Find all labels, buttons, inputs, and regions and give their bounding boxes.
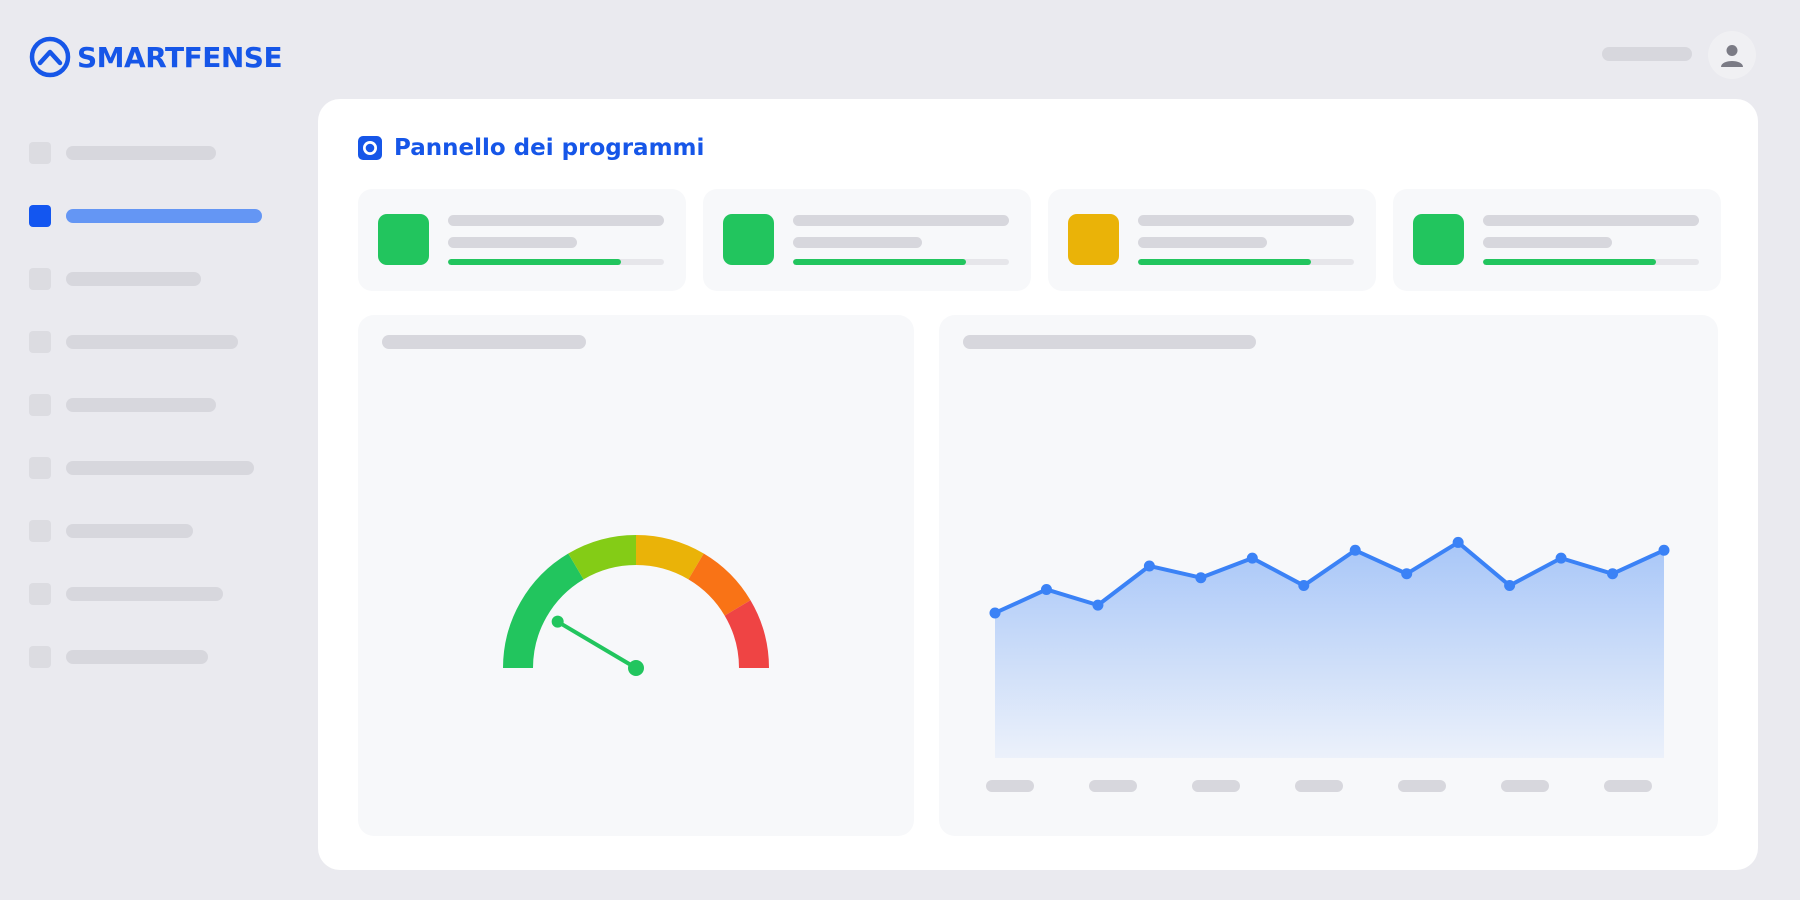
data-point[interactable]	[1298, 580, 1310, 592]
stat-card-4[interactable]	[1393, 189, 1721, 291]
sidebar-item-7[interactable]	[29, 520, 269, 542]
target-square-icon	[358, 136, 382, 160]
stat-progress-fill	[1138, 259, 1311, 265]
stat-card-3[interactable]	[1048, 189, 1376, 291]
sidebar-item-icon	[29, 457, 51, 479]
status-square-icon	[723, 214, 774, 265]
trend-area-chart	[989, 536, 1670, 758]
trend-chart-panel	[939, 315, 1718, 836]
x-tick-label-placeholder	[1501, 780, 1549, 792]
data-point[interactable]	[1349, 544, 1361, 556]
stat-progress-bar	[1138, 259, 1354, 265]
gauge-panel	[358, 315, 914, 836]
header-placeholder-text	[1602, 47, 1692, 61]
sidebar-item-label-placeholder	[66, 587, 223, 601]
sidebar-item-icon	[29, 331, 51, 353]
status-square-icon	[378, 214, 429, 265]
sidebar-item-9[interactable]	[29, 646, 269, 668]
gauge-segment-4	[688, 553, 751, 616]
gauge-segment-5	[724, 600, 769, 669]
sidebar-item-label-placeholder	[66, 461, 254, 475]
stat-title-placeholder	[793, 215, 1009, 226]
brand-name: SMARTFENSE	[77, 40, 283, 74]
sidebar-item-icon	[29, 394, 51, 416]
x-tick-label-placeholder	[1295, 780, 1343, 792]
stat-subtitle-placeholder	[1138, 237, 1267, 248]
sidebar-item-label-placeholder	[66, 272, 201, 286]
stat-subtitle-placeholder	[448, 237, 577, 248]
stat-progress-bar	[1483, 259, 1699, 265]
gauge-segment-3	[635, 535, 704, 580]
x-tick-label-placeholder	[986, 780, 1034, 792]
sidebar-item-icon	[29, 646, 51, 668]
sidebar-item-5[interactable]	[29, 394, 269, 416]
stat-progress-fill	[448, 259, 621, 265]
sidebar-item-4[interactable]	[29, 331, 269, 353]
data-point[interactable]	[1092, 599, 1104, 611]
sidebar-item-1[interactable]	[29, 142, 269, 164]
stat-title-placeholder	[1483, 215, 1699, 226]
status-square-icon	[1068, 214, 1119, 265]
data-point[interactable]	[1195, 572, 1207, 584]
data-point[interactable]	[1658, 544, 1670, 556]
sidebar-item-icon	[29, 583, 51, 605]
gauge-needle	[555, 619, 638, 670]
stat-progress-fill	[793, 259, 966, 265]
x-tick-label-placeholder	[1398, 780, 1446, 792]
sidebar-item-3[interactable]	[29, 268, 269, 290]
data-point[interactable]	[1246, 552, 1258, 564]
data-point[interactable]	[1555, 552, 1567, 564]
gauge-needle-tip	[551, 615, 564, 628]
sidebar-item-label-placeholder	[66, 650, 208, 664]
data-point[interactable]	[1504, 580, 1516, 592]
gauge-segment-1	[503, 553, 584, 669]
sidebar-item-icon	[29, 142, 51, 164]
sidebar-item-icon	[29, 205, 51, 227]
page-title: Pannello dei programmi	[394, 135, 705, 161]
sidebar-item-icon	[29, 268, 51, 290]
stat-title-placeholder	[1138, 215, 1354, 226]
stat-card-1[interactable]	[358, 189, 686, 291]
sidebar-item-label-placeholder	[66, 524, 193, 538]
page-header: Pannello dei programmi	[358, 135, 704, 161]
sidebar-item-2-active[interactable]	[29, 205, 269, 227]
sidebar-item-label-placeholder	[66, 398, 216, 412]
data-point[interactable]	[1040, 583, 1052, 595]
stat-title-placeholder	[448, 215, 664, 226]
programs-dashboard-card: Pannello dei programmi	[318, 99, 1758, 870]
stat-subtitle-placeholder	[793, 237, 922, 248]
sidebar-item-6[interactable]	[29, 457, 269, 479]
area-fill	[995, 542, 1664, 758]
x-tick-label-placeholder	[1089, 780, 1137, 792]
user-icon	[1721, 45, 1743, 67]
data-point[interactable]	[989, 607, 1001, 619]
sidebar-item-label-placeholder	[66, 209, 262, 223]
gauge-segment-2	[568, 535, 637, 580]
stat-progress-fill	[1483, 259, 1656, 265]
risk-gauge	[503, 535, 769, 676]
x-tick-label-placeholder	[1192, 780, 1240, 792]
status-square-icon	[1413, 214, 1464, 265]
data-point[interactable]	[1607, 568, 1619, 580]
x-tick-label-placeholder	[1604, 780, 1652, 792]
stat-progress-bar	[793, 259, 1009, 265]
data-point[interactable]	[1401, 568, 1413, 580]
shield-chevron-icon	[29, 36, 71, 78]
stat-card-2[interactable]	[703, 189, 1031, 291]
data-point[interactable]	[1452, 536, 1464, 548]
sidebar-item-8[interactable]	[29, 583, 269, 605]
sidebar-item-icon	[29, 520, 51, 542]
data-point[interactable]	[1143, 560, 1155, 572]
stat-progress-bar	[448, 259, 664, 265]
sidebar-item-label-placeholder	[66, 335, 238, 349]
sidebar-item-label-placeholder	[66, 146, 216, 160]
gauge-needle-hub	[628, 660, 644, 676]
brand-logo[interactable]: SMARTFENSE	[29, 36, 283, 78]
user-avatar-button[interactable]	[1708, 31, 1756, 79]
stat-subtitle-placeholder	[1483, 237, 1612, 248]
